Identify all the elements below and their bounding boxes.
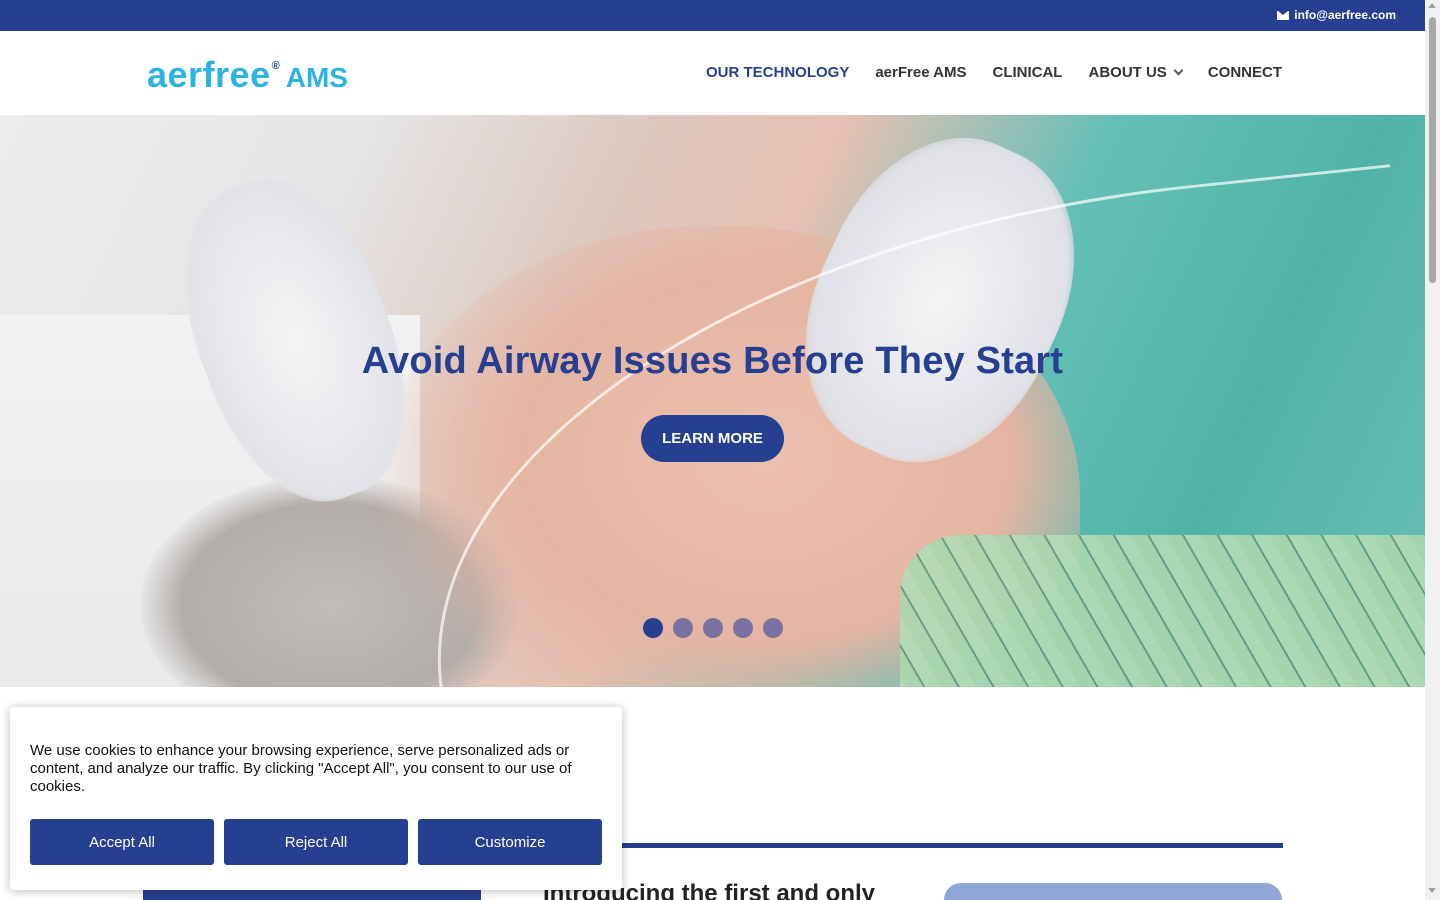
- scroll-down-arrow-icon[interactable]: [1428, 888, 1436, 893]
- nav-label: ABOUT US: [1088, 64, 1167, 81]
- cookie-message: We use cookies to enhance your browsing …: [30, 742, 572, 795]
- accept-all-button[interactable]: Accept All: [30, 819, 214, 865]
- nav-item-aerfree-ams[interactable]: aerFree AMS: [875, 64, 966, 81]
- chevron-down-icon: [1173, 65, 1184, 76]
- top-bar: info@aerfree.com: [0, 0, 1425, 31]
- hero-slider: Avoid Airway Issues Before They Start LE…: [0, 115, 1425, 687]
- logo-suffix: AMS: [285, 62, 348, 93]
- nav-label: CONNECT: [1207, 64, 1282, 81]
- nav-label: CLINICAL: [992, 64, 1063, 81]
- hero-overlay: [0, 115, 1425, 687]
- logo-part-free: free: [202, 54, 271, 95]
- scrollbar-thumb[interactable]: [1429, 17, 1436, 283]
- logo-part-aer: aer: [147, 54, 203, 95]
- cookie-consent-banner: We use cookies to enhance your browsing …: [10, 707, 622, 890]
- slider-dot-1[interactable]: [643, 618, 663, 638]
- nav-label: aerFree AMS: [875, 64, 967, 81]
- email-text: info@aerfree.com: [1294, 8, 1396, 22]
- nav-item-clinical[interactable]: CLINICAL: [992, 64, 1062, 81]
- logo[interactable]: aerfree ® AMS: [147, 55, 348, 95]
- nav-item-our-technology[interactable]: OUR TECHNOLOGY: [706, 64, 849, 81]
- nav-item-about-us[interactable]: ABOUT US: [1088, 64, 1184, 81]
- slider-dot-4[interactable]: [733, 618, 753, 638]
- section-image-right: [944, 883, 1282, 900]
- logo-wordmark: aerfree: [147, 55, 271, 95]
- slider-dot-5[interactable]: [763, 618, 783, 638]
- scroll-up-arrow-icon[interactable]: [1428, 3, 1436, 8]
- main-nav: OUR TECHNOLOGY aerFree AMS CLINICAL ABOU…: [706, 64, 1282, 81]
- section-divider: [600, 843, 1283, 848]
- page: info@aerfree.com aerfree ® AMS OUR TECHN…: [0, 0, 1440, 900]
- reject-all-button[interactable]: Reject All: [224, 819, 408, 865]
- nav-item-connect[interactable]: CONNECT: [1208, 64, 1282, 81]
- slider-dot-2[interactable]: [673, 618, 693, 638]
- scrollbar[interactable]: [1425, 0, 1440, 900]
- site-header: aerfree ® AMS OUR TECHNOLOGY aerFree AMS…: [0, 31, 1425, 115]
- slider-pagination: [643, 618, 783, 638]
- customize-button[interactable]: Customize: [418, 819, 602, 865]
- envelope-icon: [1277, 10, 1290, 20]
- logo-registered-mark: ®: [271, 60, 280, 72]
- slider-dot-3[interactable]: [703, 618, 723, 638]
- hero-title: Avoid Airway Issues Before They Start: [361, 340, 1064, 382]
- learn-more-button[interactable]: LEARN MORE: [641, 415, 784, 462]
- email-link[interactable]: info@aerfree.com: [1277, 8, 1396, 22]
- nav-label: OUR TECHNOLOGY: [705, 64, 850, 81]
